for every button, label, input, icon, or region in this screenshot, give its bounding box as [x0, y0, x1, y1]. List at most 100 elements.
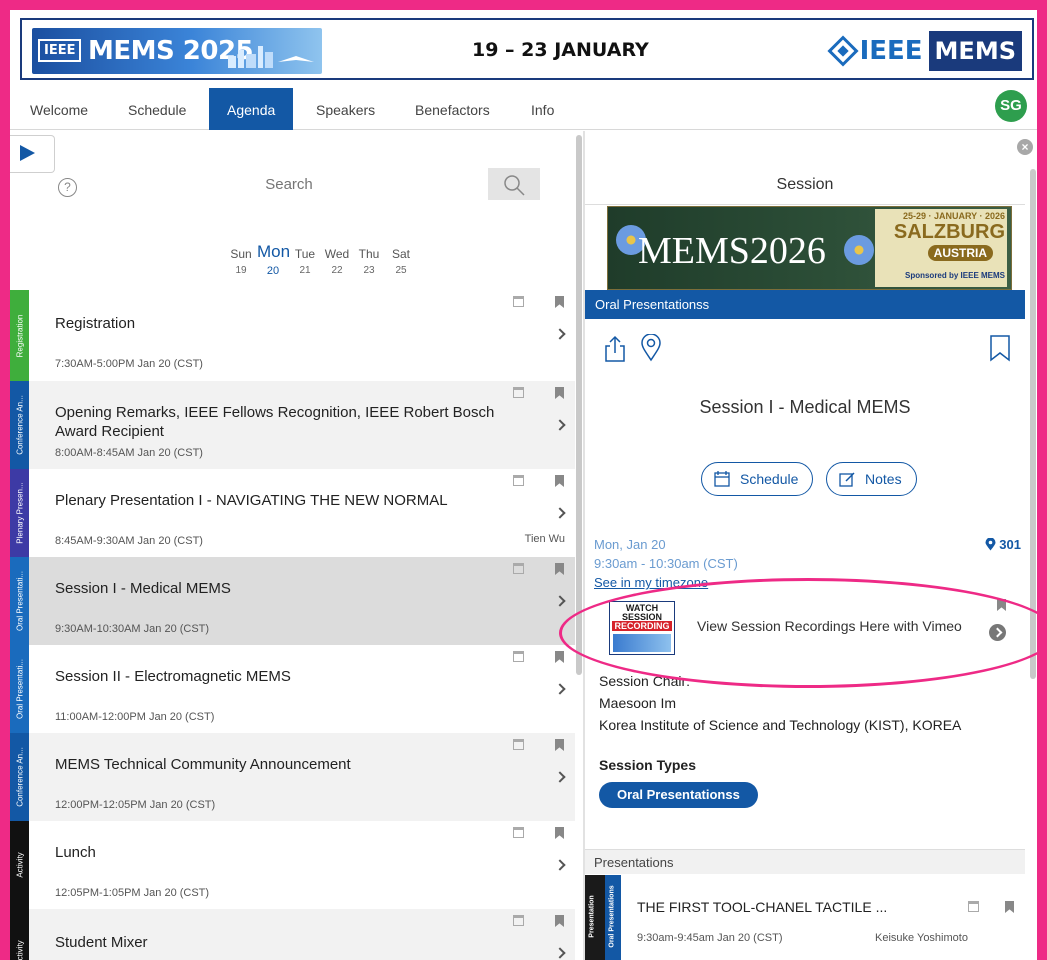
session-header: Session [585, 165, 1025, 205]
flower-icon [844, 235, 874, 265]
tab-benefactors[interactable]: Benefactors [403, 88, 502, 130]
chevron-right-icon[interactable] [554, 507, 566, 519]
calendar-icon[interactable] [513, 296, 524, 307]
ieee-brand: IEEE [859, 36, 923, 66]
close-icon[interactable]: × [1017, 139, 1033, 155]
bookmark-icon[interactable] [555, 563, 564, 575]
category-strip: Conference An... [10, 381, 29, 469]
presentation-speaker: Keisuke Yoshimoto [875, 932, 968, 944]
session-type-pill[interactable]: Oral Presentationss [599, 782, 758, 808]
chevron-right-icon[interactable] [554, 419, 566, 431]
agenda-item[interactable]: Conference An... MEMS Technical Community… [10, 733, 575, 821]
calendar-icon[interactable] [513, 651, 524, 662]
bookmark-icon[interactable] [555, 915, 564, 927]
help-icon[interactable]: ? [58, 178, 77, 197]
agenda-item[interactable]: Activity Lunch 12:05PM-1:05PM Jan 20 (CST) [10, 821, 575, 909]
ad-sponsor: Sponsored by IEEE MEMS [904, 271, 1005, 280]
map-pin-icon [985, 537, 996, 551]
right-scrollbar[interactable] [1030, 169, 1036, 679]
day-tue[interactable]: Tue 21 [289, 243, 321, 276]
bookmark-icon[interactable] [555, 651, 564, 663]
schedule-button[interactable]: Schedule [701, 462, 814, 496]
chevron-right-icon[interactable] [554, 595, 566, 607]
day-thu[interactable]: Thu 23 [353, 243, 385, 276]
agenda-item-time: 8:45AM-9:30AM Jan 20 (CST) [55, 535, 203, 547]
calendar-icon[interactable] [513, 563, 524, 574]
event-banner: IEEE MEMS 2025 19 – 23 JANUARY IEEE MEMS [20, 18, 1034, 80]
calendar-icon[interactable] [513, 475, 524, 486]
search-input[interactable] [90, 168, 488, 200]
day-mon[interactable]: Mon 20 [257, 243, 290, 278]
ad-event: MEMS2026 [638, 230, 826, 272]
edit-icon [839, 472, 855, 487]
presentation-time: 9:30am-9:45am Jan 20 (CST) [637, 932, 783, 944]
chair-organization: Korea Institute of Science and Technolog… [599, 717, 962, 733]
chevron-right-icon[interactable] [554, 947, 566, 959]
agenda-item-speaker[interactable]: Tien Wu [525, 533, 565, 545]
presentation-title: THE FIRST TOOL-CHANEL TACTILE ... [637, 899, 888, 915]
tab-speakers[interactable]: Speakers [304, 88, 387, 130]
agenda-item[interactable]: Plenary Presen... Plenary Presentation I … [10, 469, 575, 557]
bookmark-icon[interactable] [1005, 901, 1014, 913]
agenda-item-title: Plenary Presentation I - NAVIGATING THE … [55, 492, 448, 509]
day-wed[interactable]: Wed 22 [321, 243, 353, 276]
agenda-item[interactable]: Conference An... Opening Remarks, IEEE Fe… [10, 381, 575, 469]
ieee-diamond-icon [827, 35, 859, 67]
notes-button[interactable]: Notes [826, 462, 917, 496]
tab-info[interactable]: Info [519, 88, 566, 130]
session-room[interactable]: 301 [985, 537, 1021, 552]
chevron-right-icon[interactable] [554, 859, 566, 871]
calendar-icon[interactable] [513, 387, 524, 398]
chevron-right-icon[interactable] [554, 328, 566, 340]
tab-welcome[interactable]: Welcome [18, 88, 100, 130]
user-avatar[interactable]: SG [995, 90, 1027, 122]
day-sat[interactable]: Sat 25 [385, 243, 417, 276]
chevron-right-icon[interactable] [554, 683, 566, 695]
sidebar-toggle-button[interactable] [10, 135, 55, 173]
agenda-item-title: Session II - Electromagnetic MEMS [55, 668, 291, 685]
day-sun[interactable]: Sun 19 [225, 243, 257, 276]
agenda-item-time: 7:30AM-5:00PM Jan 20 (CST) [55, 358, 203, 370]
agenda-item-time: 9:30AM-10:30AM Jan 20 (CST) [55, 623, 210, 635]
ieee-mems-logo: IEEE MEMS [827, 28, 1022, 74]
bookmark-icon[interactable] [989, 334, 1011, 362]
category-strip: Plenary Presen... [10, 469, 29, 557]
calendar-icon[interactable] [968, 901, 979, 912]
location-pin-icon[interactable] [640, 334, 662, 362]
agenda-pane: ? Sun19 Mon20 Tue21 Wed22 Thu23 Sat25 Re… [10, 131, 583, 960]
tab-schedule[interactable]: Schedule [116, 88, 198, 130]
agenda-item[interactable]: Oral Presentati... Session I - Medical ME… [10, 557, 575, 645]
chair-name[interactable]: Maesoon Im [599, 695, 676, 711]
calendar-icon[interactable] [513, 739, 524, 750]
bookmark-icon[interactable] [555, 387, 564, 399]
agenda-item[interactable]: Oral Presentati... Session II - Electroma… [10, 645, 575, 733]
chevron-right-icon[interactable] [554, 771, 566, 783]
left-scrollbar[interactable] [576, 135, 582, 675]
bookmark-icon[interactable] [555, 827, 564, 839]
presentation-item[interactable]: Presentation Oral Presentations THE FIRS… [585, 875, 1025, 960]
chair-label: Session Chair: [599, 673, 691, 689]
agenda-item-title: Session I - Medical MEMS [55, 580, 231, 597]
mems2026-ad[interactable]: MEMS2026 25-29 · JANUARY · 2026 SALZBURG… [607, 206, 1012, 290]
ieee-small-logo: IEEE [38, 39, 82, 62]
calendar-icon[interactable] [513, 915, 524, 926]
calendar-icon[interactable] [513, 827, 524, 838]
agenda-item[interactable]: Registration Registration 7:30AM-5:00PM Ja… [10, 290, 575, 381]
share-icon[interactable] [603, 335, 627, 363]
session-pane: × Session MEMS2026 25-29 · JANUARY · 202… [585, 131, 1037, 960]
agenda-item[interactable]: Activity Student Mixer [10, 909, 575, 960]
recording-bookmark-icon[interactable] [997, 599, 1006, 611]
recording-open-icon[interactable] [989, 624, 1006, 641]
bookmark-icon[interactable] [555, 296, 564, 308]
room-number: 301 [999, 537, 1021, 552]
recording-link[interactable]: View Session Recordings Here with Vimeo [697, 618, 962, 634]
category-strip: Activity [10, 909, 29, 960]
category-strip: Activity [10, 821, 29, 909]
timezone-link[interactable]: See in my timezone [594, 575, 708, 590]
recording-thumbnail[interactable]: WATCH SESSION RECORDING [609, 601, 675, 655]
bookmark-icon[interactable] [555, 739, 564, 751]
bookmark-icon[interactable] [555, 475, 564, 487]
tab-agenda[interactable]: Agenda [209, 88, 294, 130]
search-button[interactable] [488, 168, 540, 200]
category-strip: Oral Presentati... [10, 557, 29, 645]
